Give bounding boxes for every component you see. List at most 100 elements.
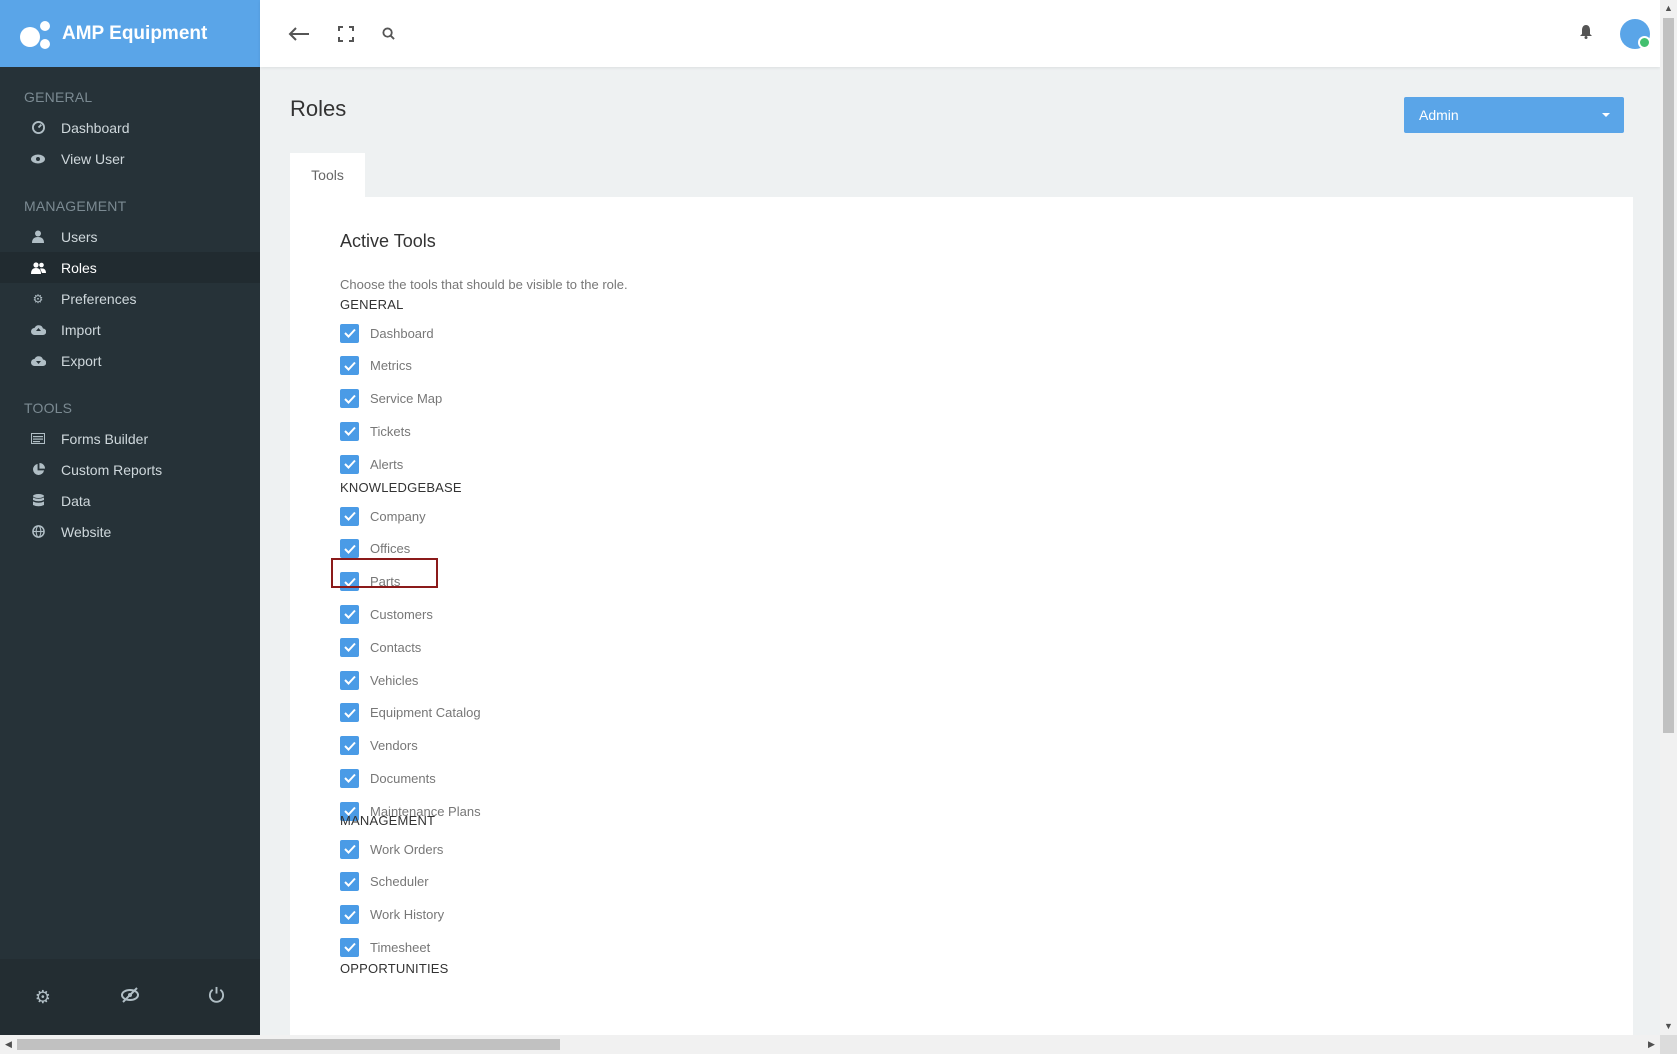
sidebar-item-label: Roles [61, 259, 97, 276]
sidebar-item-data[interactable]: Data [0, 485, 260, 516]
checkbox-checked-icon[interactable] [340, 768, 359, 788]
checkbox-checked-icon[interactable] [340, 389, 359, 409]
tool-checkbox-row[interactable]: Tickets [340, 420, 411, 442]
sidebar-item-roles[interactable]: Roles [0, 252, 260, 283]
role-select-value: Admin [1419, 107, 1459, 123]
sidebar-item-view-user[interactable]: View User [0, 143, 260, 174]
checkbox-checked-icon[interactable] [340, 839, 359, 859]
checkbox-checked-icon[interactable] [340, 323, 359, 343]
tool-checkbox-label: Timesheet [370, 939, 431, 955]
page-title: Roles [290, 96, 347, 121]
gear-icon: ⚙ [32, 291, 44, 306]
horizontal-scrollbar[interactable]: ◀ ▶ [0, 1035, 1660, 1054]
scroll-right-icon[interactable]: ▶ [1643, 1035, 1660, 1054]
checkbox-checked-icon[interactable] [340, 421, 359, 441]
sidebar-item-custom-reports[interactable]: Custom Reports [0, 454, 260, 485]
tools-card: Active Tools Choose the tools that shoul… [290, 197, 1633, 1037]
checkbox-checked-icon[interactable] [340, 572, 359, 592]
eye-slash-icon[interactable] [120, 986, 139, 1008]
checkbox-checked-icon[interactable] [340, 637, 359, 657]
topbar-right [1580, 18, 1660, 49]
sidebar-item-website[interactable]: Website [0, 516, 260, 547]
tool-checkbox-row[interactable]: Work History [340, 904, 444, 926]
tool-checkbox-label: Tickets [370, 423, 411, 439]
scrollbar-thumb[interactable] [17, 1039, 560, 1050]
topbar [260, 0, 1660, 67]
sidebar-item-label: Data [61, 492, 91, 509]
tool-checkbox-row[interactable]: Vendors [340, 735, 418, 757]
tool-checkbox-label: Company [370, 508, 426, 524]
settings-gear-icon[interactable]: ⚙ [35, 987, 51, 1008]
sidebar-item-forms-builder[interactable]: Forms Builder [0, 423, 260, 454]
nav-section-title: TOOLS [24, 400, 73, 416]
checkbox-checked-icon[interactable] [340, 454, 359, 474]
tab-tools[interactable]: Tools [290, 153, 365, 197]
scrollbar-thumb[interactable] [1663, 18, 1674, 733]
checkbox-checked-icon[interactable] [340, 356, 359, 376]
bell-icon[interactable] [1580, 24, 1592, 43]
checkbox-checked-icon[interactable] [340, 670, 359, 690]
tool-checkbox-row[interactable]: Dashboard [340, 322, 434, 344]
nav-section-tools: TOOLS Forms Builder Custom Reports Data … [0, 376, 260, 547]
tool-checkbox-row[interactable]: Customers [340, 603, 433, 625]
tool-checkbox-row[interactable]: Work Orders [340, 838, 443, 860]
cloud-download-icon [30, 353, 46, 369]
tool-group-heading: GENERAL [340, 297, 404, 312]
tool-checkbox-row[interactable]: Documents [340, 767, 436, 789]
tool-checkbox-row[interactable]: Company [340, 505, 426, 527]
tool-checkbox-row[interactable]: Parts [340, 571, 400, 593]
scroll-up-icon[interactable]: ▲ [1660, 0, 1677, 17]
scroll-left-icon[interactable]: ◀ [0, 1035, 17, 1054]
sidebar-item-users[interactable]: Users [0, 221, 260, 252]
users-icon [30, 260, 46, 276]
sidebar: AMP Equipment GENERAL Dashboard View Use… [0, 0, 260, 1035]
checkbox-checked-icon[interactable] [340, 905, 359, 925]
sidebar-item-label: View User [61, 150, 125, 167]
tool-checkbox-label: Vehicles [370, 672, 419, 688]
scrollbar-corner [1660, 1035, 1677, 1054]
role-select[interactable]: Admin [1404, 97, 1624, 133]
tool-checkbox-label: Vendors [370, 738, 418, 754]
scroll-down-icon[interactable]: ▼ [1660, 1018, 1677, 1035]
sidebar-item-import[interactable]: Import [0, 314, 260, 345]
brand-name: AMP Equipment [62, 22, 208, 44]
checkbox-checked-icon[interactable] [340, 539, 359, 559]
logo-icon [20, 19, 50, 49]
tool-checkbox-row[interactable]: Contacts [340, 636, 421, 658]
checkbox-checked-icon[interactable] [340, 736, 359, 756]
checkbox-checked-icon[interactable] [340, 872, 359, 892]
checkbox-checked-icon[interactable] [340, 937, 359, 957]
back-arrow-icon[interactable] [288, 26, 310, 42]
tool-checkbox-row[interactable]: Equipment Catalog [340, 702, 481, 724]
tool-checkbox-row[interactable]: Alerts [340, 453, 403, 475]
search-icon[interactable] [382, 27, 395, 40]
user-icon [30, 229, 46, 245]
tool-checkbox-row[interactable]: Service Map [340, 388, 442, 410]
sidebar-item-label: Custom Reports [61, 461, 163, 478]
fullscreen-icon[interactable] [338, 25, 354, 42]
tool-checkbox-row[interactable]: Timesheet [340, 936, 430, 958]
checkbox-checked-icon[interactable] [340, 506, 359, 526]
tool-checkbox-row[interactable]: Scheduler [340, 871, 429, 893]
sidebar-item-preferences[interactable]: ⚙ Preferences [0, 283, 260, 314]
tool-checkbox-label: Equipment Catalog [370, 705, 481, 721]
sidebar-item-label: Dashboard [61, 119, 130, 136]
sidebar-item-export[interactable]: Export [0, 345, 260, 376]
tool-checkbox-row[interactable]: Metrics [340, 355, 412, 377]
pie-chart-icon [30, 462, 46, 478]
tool-checkbox-label: Documents [370, 770, 436, 786]
nav-section-general: GENERAL Dashboard View User [0, 67, 260, 174]
checkbox-checked-icon[interactable] [340, 703, 359, 723]
dashboard-icon [30, 120, 46, 136]
avatar[interactable] [1620, 18, 1651, 49]
eye-icon [30, 151, 46, 167]
vertical-scrollbar[interactable]: ▲ ▼ [1660, 0, 1677, 1035]
tool-checkbox-row[interactable]: Vehicles [340, 669, 418, 691]
sidebar-item-label: Website [61, 523, 112, 540]
sidebar-item-dashboard[interactable]: Dashboard [0, 112, 260, 143]
checkbox-checked-icon[interactable] [340, 604, 359, 624]
tool-checkbox-row[interactable]: Offices [340, 538, 410, 560]
tool-checkbox-label: Contacts [370, 639, 422, 655]
power-icon[interactable] [208, 986, 225, 1008]
brand[interactable]: AMP Equipment [0, 0, 260, 67]
